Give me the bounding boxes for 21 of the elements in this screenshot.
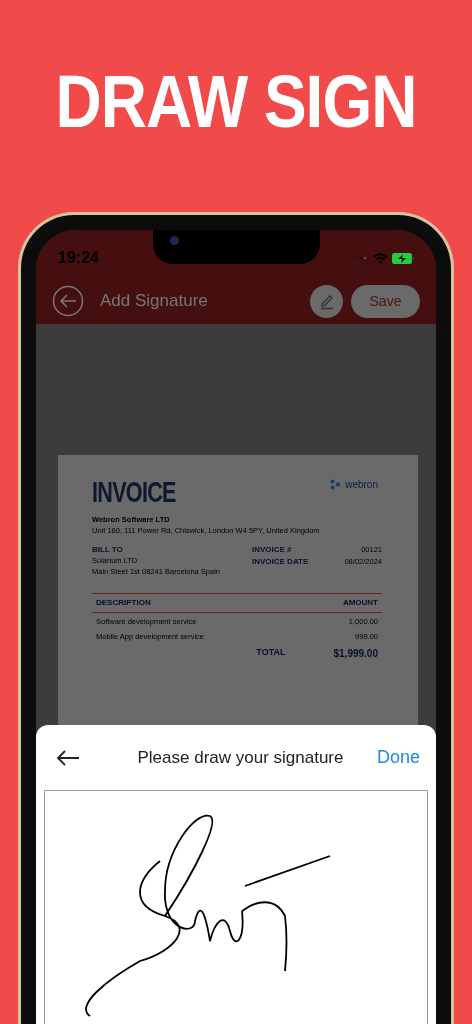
signature-pad[interactable] bbox=[44, 790, 428, 1024]
logo-text: webron bbox=[345, 478, 378, 492]
bill-to-label: BILL TO bbox=[92, 544, 124, 556]
done-button[interactable]: Done bbox=[376, 744, 420, 771]
pen-button[interactable] bbox=[310, 284, 343, 318]
status-time: 19:24 bbox=[58, 248, 99, 268]
headline: DRAW SIGN bbox=[55, 65, 417, 139]
screen-title: Add Signature bbox=[100, 290, 209, 313]
save-button[interactable]: Save bbox=[351, 284, 420, 318]
sheet-title: Please draw your signature bbox=[137, 746, 344, 769]
invoice-title: INVOICE bbox=[92, 477, 176, 507]
column-header: AMOUNT bbox=[342, 597, 378, 609]
wifi-icon bbox=[373, 252, 388, 264]
column-header: DESCRIPTION bbox=[96, 597, 151, 609]
meta-label: INVOICE # bbox=[252, 544, 292, 556]
meta-label: INVOICE DATE bbox=[252, 556, 309, 568]
battery-icon bbox=[392, 252, 414, 264]
logo-icon bbox=[330, 479, 342, 490]
total-label: TOTAL bbox=[256, 646, 286, 659]
total-amount: $1,999.00 bbox=[333, 647, 378, 661]
back-icon[interactable] bbox=[56, 749, 80, 766]
